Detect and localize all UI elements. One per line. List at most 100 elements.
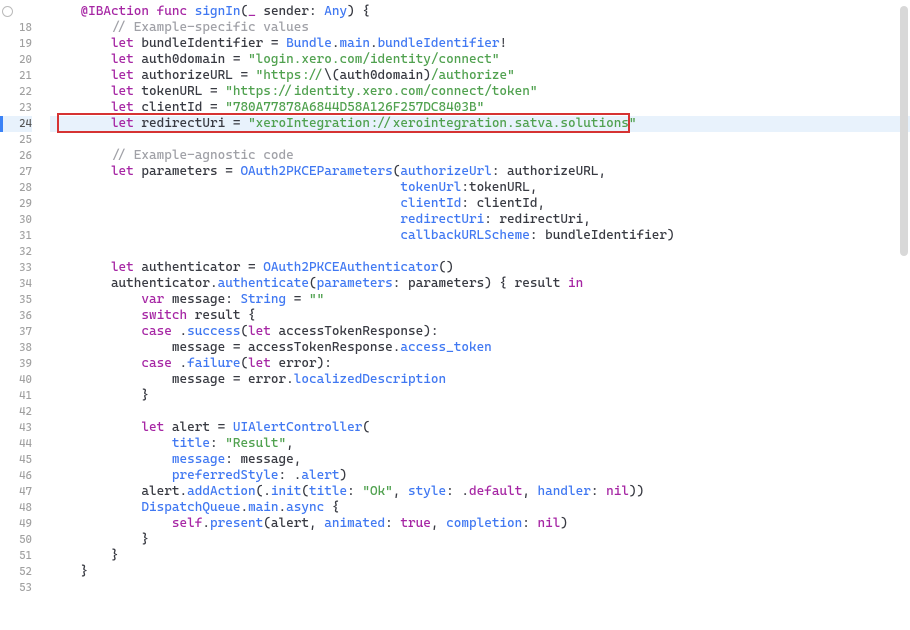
line-number[interactable]: 30 <box>0 212 32 228</box>
code-token <box>149 4 157 19</box>
code-line[interactable]: let redirectUri = "xeroIntegration://xer… <box>50 116 910 132</box>
code-token: } <box>50 388 149 403</box>
code-line[interactable]: var message: String = "" <box>50 292 910 308</box>
code-line[interactable] <box>50 404 910 420</box>
code-token: redirectUri <box>400 212 484 227</box>
code-line[interactable]: let parameters = OAuth2PKCEParameters(au… <box>50 164 910 180</box>
code-line[interactable] <box>50 132 910 148</box>
code-line[interactable]: case .success(let accessTokenResponse): <box>50 324 910 340</box>
code-editor[interactable]: 1819202122232425262728293031323334353637… <box>0 0 910 630</box>
code-token: self <box>172 516 202 531</box>
line-number[interactable]: 29 <box>0 196 32 212</box>
code-line[interactable]: redirectUri: redirectUri, <box>50 212 910 228</box>
code-line[interactable]: self.present(alert, animated: true, comp… <box>50 516 910 532</box>
line-number[interactable]: 37 <box>0 324 32 340</box>
code-line[interactable]: @IBAction func signIn(_ sender: Any) { <box>50 4 910 20</box>
line-number[interactable]: 18 <box>0 20 32 36</box>
code-area[interactable]: @IBAction func signIn(_ sender: Any) { /… <box>50 0 910 630</box>
code-line[interactable]: let auth0domain = "login.xero.com/identi… <box>50 52 910 68</box>
line-number[interactable]: 31 <box>0 228 32 244</box>
line-number[interactable]: 38 <box>0 340 32 356</box>
line-number[interactable]: 45 <box>0 452 32 468</box>
line-number[interactable]: 28 <box>0 180 32 196</box>
line-number[interactable]: 48 <box>0 500 32 516</box>
code-line[interactable]: let tokenURL = "https://identity.xero.co… <box>50 84 910 100</box>
code-line[interactable]: let alert = UIAlertController( <box>50 420 910 436</box>
line-number[interactable]: 27 <box>0 164 32 180</box>
code-line[interactable]: message: message, <box>50 452 910 468</box>
code-line[interactable]: authenticator.authenticate(parameters: p… <box>50 276 910 292</box>
code-line[interactable]: message = accessTokenResponse.access_tok… <box>50 340 910 356</box>
code-line[interactable]: let authenticator = OAuth2PKCEAuthentica… <box>50 260 910 276</box>
line-number[interactable]: 26 <box>0 148 32 164</box>
code-token: // Example-specific values <box>111 20 309 35</box>
line-number[interactable]: 34 <box>0 276 32 292</box>
line-number[interactable]: 51 <box>0 548 32 564</box>
code-line[interactable]: // Example-specific values <box>50 20 910 36</box>
code-token: authorizeURL = <box>134 68 256 83</box>
code-token <box>50 84 111 99</box>
code-line[interactable]: DispatchQueue.main.async { <box>50 500 910 516</box>
code-token: ( <box>240 324 248 339</box>
line-number[interactable]: 23 <box>0 100 32 116</box>
code-token: , <box>286 436 294 451</box>
code-line[interactable]: } <box>50 532 910 548</box>
line-number[interactable]: 24 <box>0 116 32 132</box>
code-line[interactable]: // Example-agnostic code <box>50 148 910 164</box>
code-token: "Result" <box>225 436 286 451</box>
line-number[interactable]: 19 <box>0 36 32 52</box>
line-number[interactable]: 44 <box>0 436 32 452</box>
line-number[interactable]: 43 <box>0 420 32 436</box>
code-line[interactable]: clientId: clientId, <box>50 196 910 212</box>
line-number[interactable]: 35 <box>0 292 32 308</box>
code-token: case <box>141 356 171 371</box>
code-line[interactable] <box>50 580 910 596</box>
code-line[interactable]: message = error.localizedDescription <box>50 372 910 388</box>
line-number[interactable]: 47 <box>0 484 32 500</box>
code-line[interactable]: let clientId = "780A77878A6844D58A126F25… <box>50 100 910 116</box>
line-number[interactable]: 49 <box>0 516 32 532</box>
code-line[interactable]: preferredStyle: .alert) <box>50 468 910 484</box>
line-number[interactable]: 25 <box>0 132 32 148</box>
vertical-scrollbar[interactable] <box>900 6 908 256</box>
line-number[interactable]: 40 <box>0 372 32 388</box>
line-number[interactable]: 21 <box>0 68 32 84</box>
code-line[interactable]: switch result { <box>50 308 910 324</box>
line-number[interactable]: 52 <box>0 564 32 580</box>
code-line[interactable]: } <box>50 548 910 564</box>
code-token: auth0domain = <box>134 52 248 67</box>
code-token: ) <box>560 516 568 531</box>
code-token <box>50 180 400 195</box>
code-line[interactable]: let bundleIdentifier = Bundle.main.bundl… <box>50 36 910 52</box>
line-number[interactable]: 50 <box>0 532 32 548</box>
code-token: let <box>141 420 164 435</box>
line-number-gutter[interactable]: 1819202122232425262728293031323334353637… <box>0 0 50 630</box>
code-line[interactable]: alert.addAction(.init(title: "Ok", style… <box>50 484 910 500</box>
code-token: nil <box>606 484 629 499</box>
code-line[interactable]: } <box>50 564 910 580</box>
code-line[interactable]: case .failure(let error): <box>50 356 910 372</box>
code-token: DispatchQueue <box>141 500 240 515</box>
code-line[interactable]: callbackURLScheme: bundleIdentifier) <box>50 228 910 244</box>
code-line[interactable]: tokenUrl:tokenURL, <box>50 180 910 196</box>
code-line[interactable]: let authorizeURL = "https://\(auth0domai… <box>50 68 910 84</box>
breakpoint-icon[interactable] <box>2 6 13 17</box>
line-number[interactable]: 22 <box>0 84 32 100</box>
line-number[interactable]: 41 <box>0 388 32 404</box>
code-line[interactable]: } <box>50 388 910 404</box>
line-number[interactable]: 20 <box>0 52 32 68</box>
line-number[interactable] <box>0 4 32 20</box>
code-token: "" <box>309 292 324 307</box>
code-line[interactable]: title: "Result", <box>50 436 910 452</box>
code-token: authenticate <box>218 276 309 291</box>
line-number[interactable]: 39 <box>0 356 32 372</box>
code-line[interactable] <box>50 244 910 260</box>
line-number[interactable]: 36 <box>0 308 32 324</box>
line-number[interactable]: 33 <box>0 260 32 276</box>
code-token <box>50 436 172 451</box>
line-number[interactable]: 42 <box>0 404 32 420</box>
code-token: animated <box>324 516 385 531</box>
line-number[interactable]: 32 <box>0 244 32 260</box>
line-number[interactable]: 46 <box>0 468 32 484</box>
line-number[interactable]: 53 <box>0 580 32 596</box>
